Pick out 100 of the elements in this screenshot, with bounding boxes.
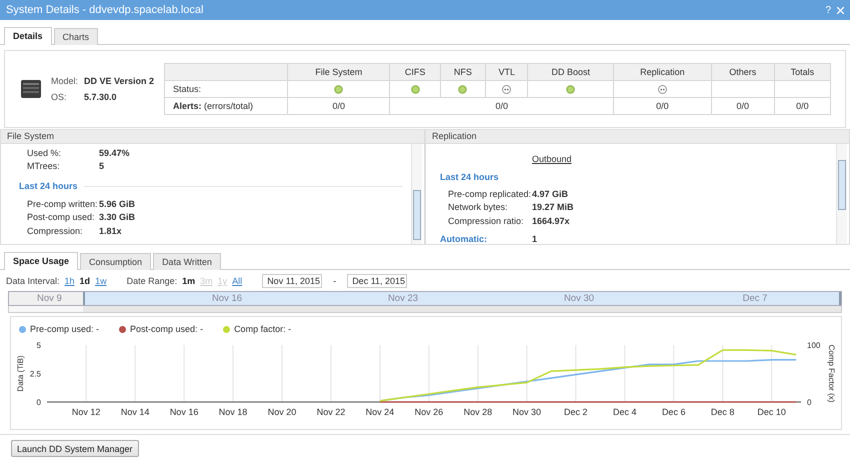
- section-heading: Last 24 hours: [19, 181, 78, 191]
- range-label: Date Range:: [126, 276, 178, 286]
- interval-link[interactable]: All: [232, 276, 242, 286]
- interval-label: Data Interval:: [6, 276, 60, 286]
- interval-link[interactable]: 1w: [95, 276, 107, 286]
- column-header: NFS: [440, 64, 486, 80]
- x-tick-label: Nov 26: [414, 407, 444, 417]
- x-tick-label: Nov 30: [512, 407, 542, 417]
- field-value: 19.27 MiB: [532, 202, 575, 212]
- tab[interactable]: Details: [4, 27, 52, 45]
- column-header: DD Boost: [528, 64, 614, 80]
- table-cell: 0/0: [288, 98, 390, 114]
- y-tick-label: 0: [807, 398, 812, 407]
- column-header: Totals: [774, 64, 830, 80]
- panel-header: Replication: [426, 130, 849, 144]
- field-label: Pre-comp replicated:: [448, 188, 532, 199]
- y-tick-label: 2.5: [30, 370, 41, 378]
- scrollbar[interactable]: [8, 306, 842, 313]
- x-tick-label: Nov 28: [464, 407, 492, 417]
- table-cell: 0/0: [774, 98, 830, 114]
- field-label: Network bytes:: [448, 202, 509, 212]
- scrollbar[interactable]: [836, 144, 847, 244]
- interval-link[interactable]: 1h: [64, 276, 75, 286]
- server-icon: [21, 79, 41, 99]
- date-field[interactable]: Dec 11, 2015: [347, 274, 408, 288]
- field-label: Compression ratio:: [448, 216, 525, 226]
- field-value: 1: [532, 234, 538, 244]
- legend-label: Pre-comp used: -: [30, 324, 100, 334]
- field-label: MTrees:: [27, 161, 61, 172]
- model-label: Model:: [51, 76, 78, 86]
- y-tick-label: 5: [36, 341, 41, 350]
- panel-header: File System: [1, 130, 424, 144]
- field-value: 1.81x: [99, 226, 123, 236]
- column-header: VTL: [486, 64, 528, 80]
- section-heading: Last 24 hours: [440, 172, 499, 182]
- scrollbar[interactable]: [411, 144, 422, 244]
- axis-label: Nov 23: [386, 292, 420, 305]
- date-field[interactable]: Nov 11, 2015: [262, 274, 322, 288]
- status-idle-icon: [502, 85, 512, 94]
- field-label: Compression:: [27, 226, 84, 236]
- x-tick-label: Nov 12: [72, 407, 100, 417]
- os-value: 5.7.30.0: [84, 92, 118, 102]
- field-label: Used %:: [27, 148, 62, 158]
- table-cell: 0/0: [390, 98, 614, 114]
- range-separator: -: [333, 276, 336, 286]
- x-tick-label: Nov 24: [366, 407, 394, 417]
- x-tick-label: Dec 2: [564, 407, 588, 417]
- status-ok-icon: [410, 85, 420, 94]
- column-heading: Outbound: [531, 154, 572, 164]
- tab[interactable]: Data Written: [153, 253, 221, 270]
- field-value: 4.97 GiB: [532, 188, 570, 199]
- x-tick-label: Dec 4: [612, 407, 636, 417]
- x-tick-label: Nov 22: [316, 407, 346, 417]
- tab[interactable]: Charts: [54, 28, 98, 45]
- axis-label: Dec 7: [742, 292, 768, 305]
- tab[interactable]: Consumption: [80, 253, 152, 270]
- x-tick-label: Dec 6: [662, 407, 686, 417]
- column-header: Others: [711, 64, 774, 80]
- tab[interactable]: Space Usage: [4, 252, 78, 270]
- axis-label: Nov 9: [36, 292, 63, 305]
- x-tick-label: Dec 8: [710, 407, 734, 417]
- model-value: DD VE Version 2: [84, 76, 154, 86]
- column-header: File System: [288, 64, 390, 80]
- status-ok-icon: [334, 85, 344, 94]
- y-tick-label: 0: [36, 398, 41, 407]
- x-tick-label: Dec 10: [757, 407, 786, 417]
- field-value: 5: [99, 161, 106, 172]
- status-ok-icon: [566, 85, 576, 94]
- table-cell: 0/0: [614, 98, 712, 114]
- table-cell: 0/0: [711, 98, 774, 114]
- field-value: 3.30 GiB: [99, 212, 136, 222]
- y-tick-label: 100: [807, 341, 820, 350]
- interval-link[interactable]: 1m: [182, 276, 196, 286]
- field-value: 59.47%: [99, 148, 131, 158]
- interval-link[interactable]: 1d: [80, 276, 90, 286]
- status-ok-icon: [458, 85, 468, 94]
- launch-button[interactable]: Launch DD System Manager: [11, 440, 139, 457]
- x-tick-label: Nov 16: [170, 407, 198, 417]
- field-label: Pre-comp written:: [27, 198, 99, 209]
- axis-label: Nov 16: [210, 292, 244, 305]
- status-label: Status:: [164, 80, 288, 98]
- axis-title: Data (TiB): [16, 355, 25, 392]
- legend-label: Comp factor: -: [234, 324, 292, 334]
- legend-label: Post-comp used: -: [130, 324, 204, 334]
- field-label: Post-comp used:: [27, 212, 96, 222]
- field-value: 1664.97x: [532, 216, 571, 226]
- close-icon[interactable]: [837, 6, 844, 14]
- field-value: 5.96 GiB: [99, 198, 136, 209]
- status-idle-icon: [658, 85, 667, 94]
- window-title: System Details - ddvevdp.spacelab.local: [6, 4, 204, 16]
- x-tick-label: Nov 14: [120, 407, 150, 417]
- os-label: OS:: [51, 92, 68, 102]
- x-tick-label: Nov 18: [218, 407, 248, 417]
- axis-label: Nov 30: [562, 292, 596, 305]
- x-tick-label: Nov 20: [268, 407, 296, 417]
- column-header: CIFS: [390, 64, 440, 80]
- axis-title: Comp Factor (x): [827, 344, 836, 402]
- section-heading: Automatic:: [440, 234, 488, 244]
- column-header: Replication: [614, 64, 712, 80]
- alerts-label: Alerts: (errors/total): [164, 98, 288, 114]
